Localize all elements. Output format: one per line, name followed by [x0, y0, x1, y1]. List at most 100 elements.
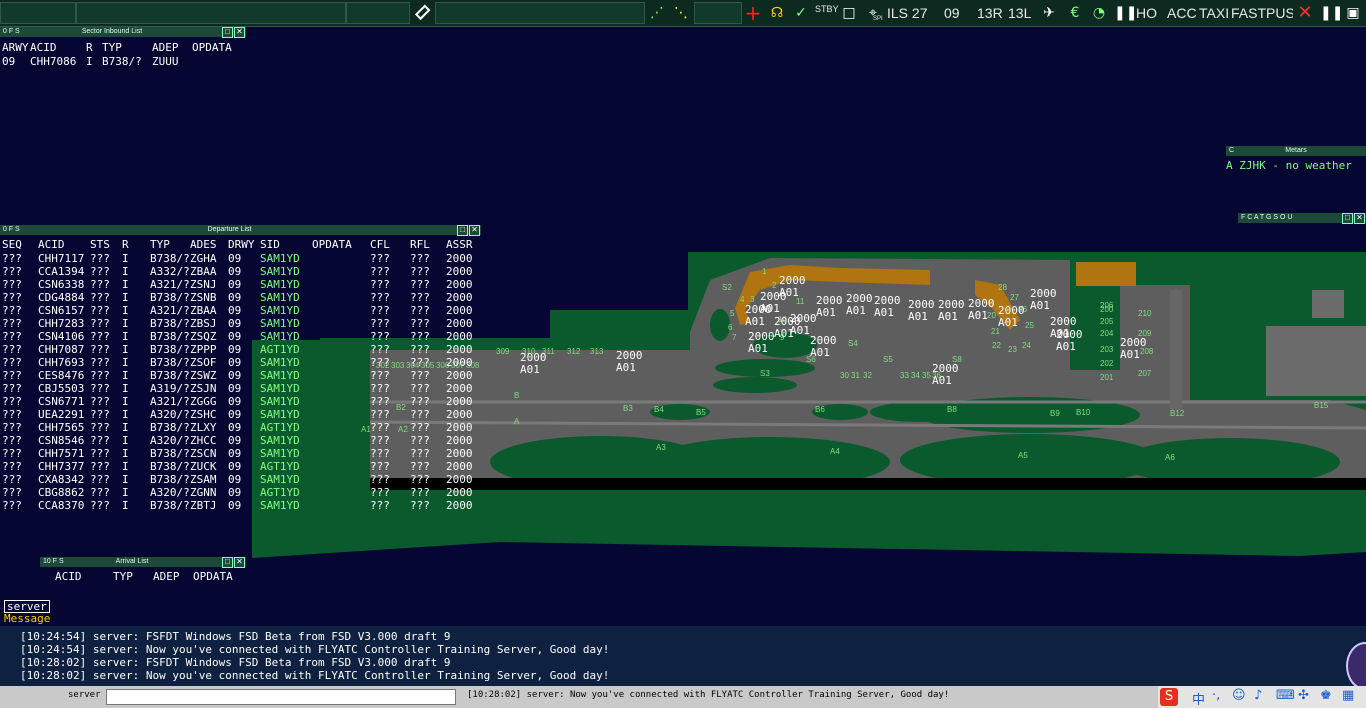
table-cell: ??? [370, 382, 390, 395]
table-cell: CHH7117 [38, 252, 85, 265]
table-row[interactable]: ??? CBJ5503??? I A319/? ZSJN 09 SAM1YD?????? 20… [2, 382, 482, 395]
command-input[interactable] [106, 689, 456, 705]
ils-button[interactable]: ILS 27 [887, 5, 927, 21]
ime-lang-toggle[interactable]: 中 [1192, 689, 1205, 708]
table-cell: ??? [410, 343, 430, 356]
message-tab-label[interactable]: Message [4, 613, 50, 625]
table-cell: ZGNN [190, 486, 217, 499]
close-icon[interactable]: ✕ [234, 27, 245, 38]
stand-label: 204 [1100, 329, 1114, 338]
table-row[interactable]: ??? CHH7571??? I B738/? ZSCN 09 SAM1YD?????? 20… [2, 447, 482, 460]
table-row[interactable]: ??? CDG4884??? I B738/? ZSNB 09 SAM1YD?????? 20… [2, 291, 482, 304]
filter-bar[interactable]: F C A T G S O U □ ✕ [1238, 213, 1366, 224]
table-cell: 09 [228, 343, 242, 356]
check-icon[interactable]: ✓ [792, 4, 810, 22]
table-header[interactable]: ACID TYP ADEP OPDATA [55, 570, 255, 583]
mic-icon[interactable]: ♪ [1254, 688, 1262, 703]
close-icon[interactable]: ✕ [469, 225, 480, 236]
arrival-titlebar[interactable]: 10 F S Arrival List □ ✕ [40, 557, 246, 568]
table-row[interactable]: ??? CSN6338??? I A321/? ZSNJ 09 SAM1YD?????? 20… [2, 278, 482, 291]
stby-button[interactable]: STBY [815, 4, 839, 14]
table-row[interactable]: ??? CXA8342??? I B738/? ZSAM 09 SAM1YD?????? 20… [2, 473, 482, 486]
table-row[interactable]: ??? CSN6157??? I A321/? ZBAA 09 SAM1YD?????? 20… [2, 304, 482, 317]
emoji-icon[interactable]: ☺ [1232, 688, 1246, 703]
minimize-icon[interactable]: □ [457, 225, 468, 236]
close-icon[interactable]: ✕ [1354, 213, 1365, 224]
apps-icon[interactable]: ✣ [1298, 688, 1309, 703]
table-row[interactable]: ??? CHH7087??? I B738/? ZPPP 09 AGT1YD?????? 20… [2, 343, 482, 356]
table-cell: CSN8546 [38, 434, 85, 447]
toolbar-segment[interactable] [435, 2, 645, 24]
ime-logo-icon[interactable]: S [1160, 688, 1178, 706]
table-row[interactable]: ??? CSN4106??? I B738/? ZSQZ 09 SAM1YD?????? 20… [2, 330, 482, 343]
table-cell: 09 [2, 55, 16, 68]
table-row[interactable]: ??? CHH7377??? I B738/? ZUCK 09 AGT1YD?????? 20… [2, 460, 482, 473]
runway-13l-button[interactable]: 13L [1008, 5, 1031, 21]
runway-13r-button[interactable]: 13R [977, 5, 1003, 21]
table-row[interactable]: ??? CHH7693??? I B738/? ZSOF 09 SAM1YD?????? 20… [2, 356, 482, 369]
minimize-icon[interactable]: □ [222, 27, 233, 38]
table-cell: I [122, 486, 129, 499]
avatar[interactable] [1346, 642, 1366, 690]
table-cell: ??? [2, 382, 22, 395]
menu-icon[interactable]: ▣ [1344, 4, 1362, 22]
table-row[interactable]: ??? CSN6771??? I A321/? ZGGG 09 SAM1YD?????? 20… [2, 395, 482, 408]
table-row[interactable]: ??? CCA8370??? I B738/? ZBTJ 09 SAM1YD?????? 20… [2, 499, 482, 512]
runway-09-button[interactable]: 09 [944, 5, 960, 21]
punct-icon[interactable]: ·, [1212, 688, 1220, 703]
taxiway-label: A3 [656, 443, 666, 452]
departure-title: Departure List [207, 226, 252, 233]
toolbar-segment[interactable] [76, 2, 346, 24]
table-cell: ??? [2, 460, 22, 473]
minimize-icon[interactable]: □ [222, 557, 233, 568]
table-row[interactable]: ??? CES8476??? I B738/? ZSWZ 09 SAM1YD?????? 20… [2, 369, 482, 382]
table-row[interactable]: ??? CHH7565??? I B738/? ZLXY 09 AGT1YD?????? 20… [2, 421, 482, 434]
table-row[interactable]: 09 CHH7086 I B738/? ZUUU [2, 55, 242, 68]
table-cell: SAM1YD [260, 395, 300, 408]
acc-button[interactable]: ACC [1167, 5, 1197, 21]
add-icon[interactable]: + [744, 3, 762, 23]
sector-inbound-titlebar[interactable]: 0 F S Sector Inbound List □ ✕ [0, 27, 246, 38]
toolbar-segment[interactable] [0, 2, 76, 24]
route-icon[interactable]: ⋰ [648, 4, 666, 22]
euro-icon[interactable]: € [1066, 4, 1084, 22]
table-cell: A319/? [150, 382, 190, 395]
route-alt-icon[interactable]: ⋱ [672, 4, 690, 22]
table-cell: ??? [2, 278, 22, 291]
table-row[interactable]: ??? CSN8546??? I A320/? ZHCC 09 SAM1YD?????? 20… [2, 434, 482, 447]
keyboard-icon[interactable]: ⌨ [1276, 688, 1295, 703]
pause-icon[interactable]: ❚❚ [1114, 4, 1137, 22]
metars-titlebar[interactable]: C Metars [1226, 146, 1366, 156]
ho-button[interactable]: HO [1136, 5, 1157, 21]
close-icon[interactable]: ✕ [1296, 4, 1314, 22]
table-cell: 2000 [446, 434, 473, 447]
gauge-icon[interactable]: ◔ [1090, 4, 1108, 22]
pause-icon-2[interactable]: ❚❚ [1320, 4, 1343, 22]
square-icon[interactable]: □ [840, 4, 858, 22]
grid-icon[interactable]: ▦ [1342, 688, 1354, 703]
table-row[interactable]: ??? CCA1394??? I A332/? ZBAA 09 SAM1YD?????? 20… [2, 265, 482, 278]
table-cell: 09 [228, 395, 242, 408]
table-row[interactable]: ??? CHH7117??? I B738/? ZGHA 09 SAM1YD?????? 20… [2, 252, 482, 265]
table-cell: 09 [228, 408, 242, 421]
table-cell: ??? [90, 382, 110, 395]
table-cell: ??? [2, 291, 22, 304]
toolbar-segment[interactable] [346, 2, 410, 24]
table-cell: ??? [410, 278, 430, 291]
erase-icon[interactable] [413, 4, 431, 22]
skin-icon[interactable]: ♚ [1320, 688, 1332, 703]
toolbar-segment[interactable] [694, 2, 742, 24]
taxi-button[interactable]: TAXI [1199, 5, 1229, 21]
close-icon[interactable]: ✕ [234, 557, 245, 568]
headset-icon[interactable]: ☊ [768, 4, 786, 22]
table-row[interactable]: ??? CHH7283??? I B738/? ZBSJ 09 SAM1YD?????? 20… [2, 317, 482, 330]
minimize-icon[interactable]: □ [1342, 213, 1353, 224]
table-row[interactable]: ??? UEA2291??? I A320/? ZSHC 09 SAM1YD?????? 20… [2, 408, 482, 421]
filter-buttons[interactable]: F C A T G S O U [1241, 213, 1292, 223]
fastpush-button[interactable]: FASTPUSH [1231, 5, 1293, 21]
table-row[interactable]: ??? CBG8862??? I A320/? ZGNN 09 AGT1YD?????? 20… [2, 486, 482, 499]
aircraft-icon[interactable]: ✈ [1040, 4, 1058, 22]
table-header[interactable]: SEQ ACID STS R TYP ADES DRWY SID OPDATA CFL RFL ASS… [2, 238, 482, 251]
table-header[interactable]: ARWY ACID R TYP ADEP OPDATA [2, 41, 242, 54]
departure-titlebar[interactable]: 0 F S Departure List □ ✕ [0, 225, 481, 236]
